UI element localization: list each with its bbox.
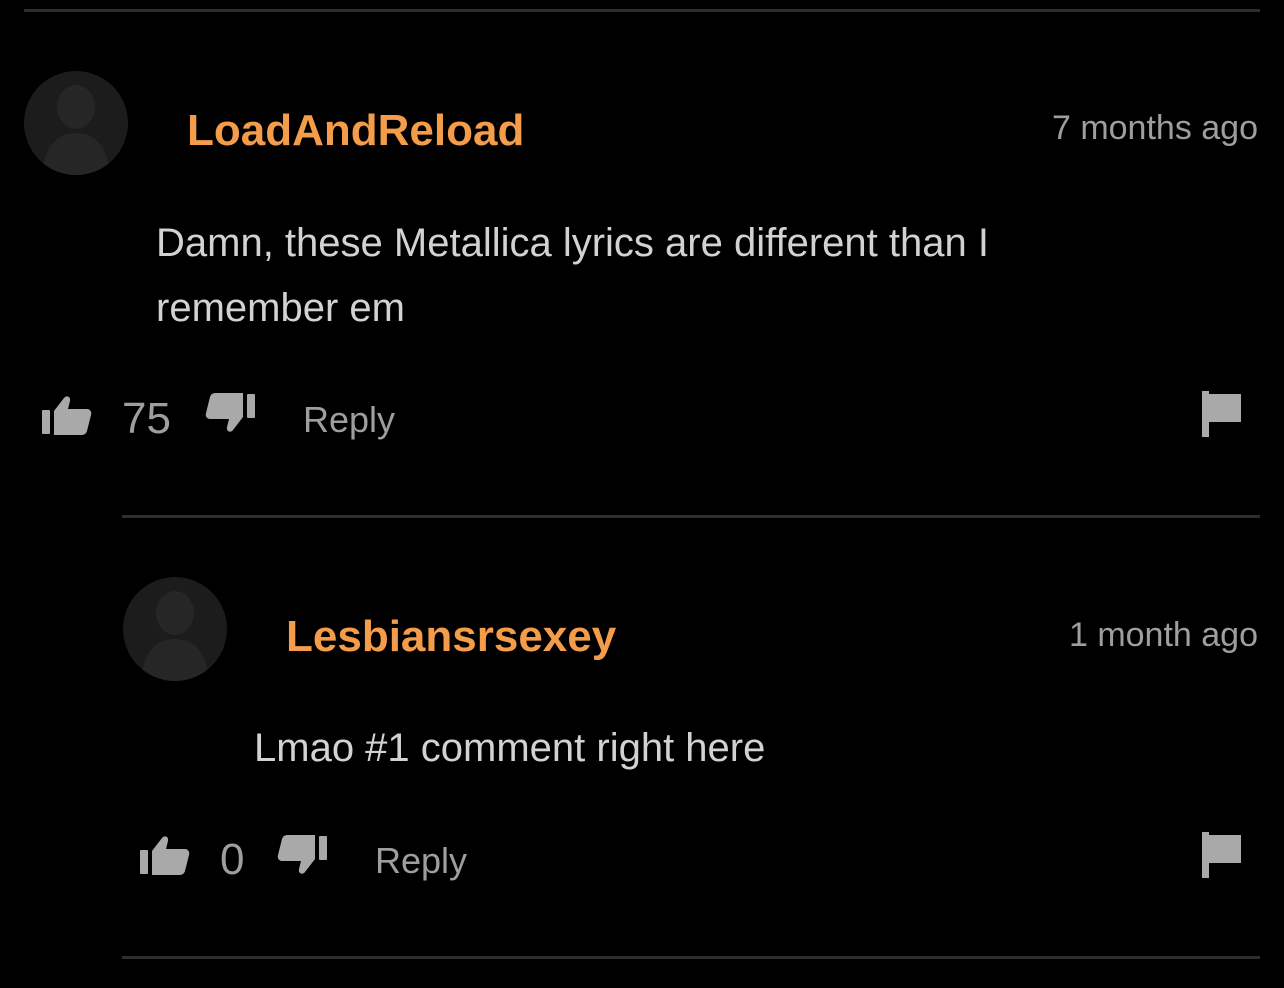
comment-body: Lmao #1 comment right here [254, 726, 766, 770]
thumbs-down-icon[interactable] [277, 834, 327, 876]
avatar-placeholder-icon [42, 85, 110, 175]
thumbs-up-icon[interactable] [140, 834, 190, 876]
divider [122, 956, 1260, 959]
thumbs-up-icon[interactable] [42, 394, 92, 436]
like-count: 75 [122, 394, 171, 443]
comment-timestamp: 7 months ago [1051, 109, 1258, 147]
flag-icon[interactable] [1202, 391, 1242, 437]
comment-username[interactable]: Lesbiansrsexey [286, 612, 616, 662]
divider [122, 515, 1260, 518]
thumbs-down-icon[interactable] [205, 392, 255, 434]
reply-button[interactable]: Reply [375, 840, 467, 882]
user-avatar[interactable] [123, 577, 227, 681]
user-avatar[interactable] [24, 71, 128, 175]
avatar-placeholder-icon [141, 591, 209, 681]
comments-section: LoadAndReload 7 months ago Damn, these M… [0, 0, 1284, 988]
like-count: 0 [220, 835, 245, 884]
flag-icon[interactable] [1202, 832, 1242, 878]
divider [24, 9, 1260, 12]
comment-username[interactable]: LoadAndReload [187, 106, 524, 156]
reply-button[interactable]: Reply [303, 399, 395, 441]
comment-body: Damn, these Metallica lyrics are differe… [156, 221, 989, 330]
comment-timestamp: 1 month ago [1068, 616, 1258, 654]
